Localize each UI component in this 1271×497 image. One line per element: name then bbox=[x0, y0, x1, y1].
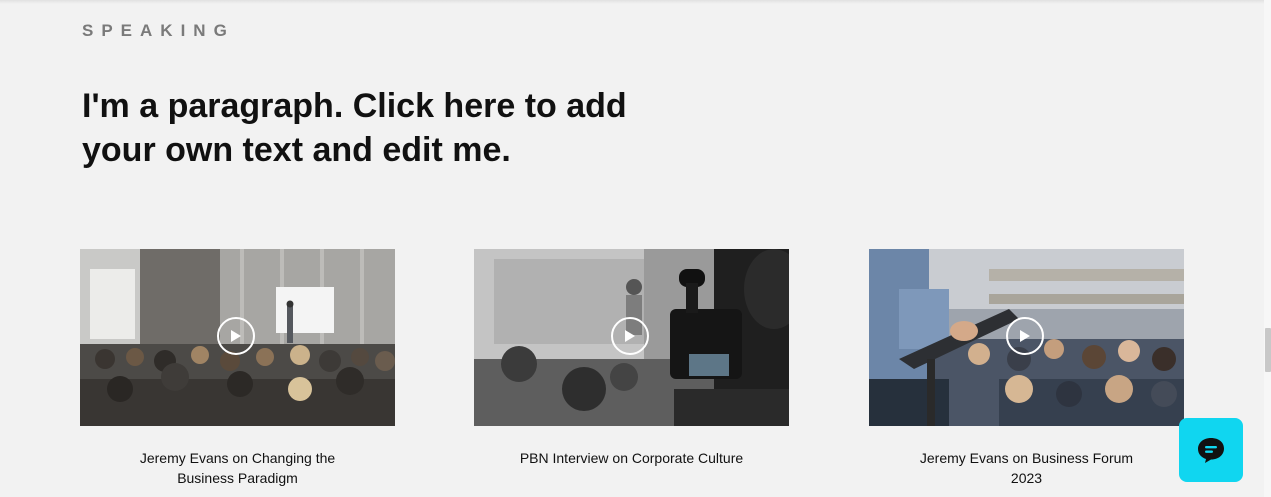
header-shadow bbox=[0, 0, 1271, 4]
scrollbar-thumb[interactable] bbox=[1265, 328, 1271, 372]
chat-button[interactable] bbox=[1179, 418, 1243, 482]
play-icon bbox=[231, 330, 241, 342]
play-button[interactable] bbox=[1006, 317, 1044, 355]
play-button[interactable] bbox=[611, 317, 649, 355]
video-title[interactable]: Jeremy Evans on Changing the Business Pa… bbox=[80, 448, 395, 488]
play-button[interactable] bbox=[217, 317, 255, 355]
video-thumbnail[interactable] bbox=[474, 249, 789, 426]
headline-paragraph: I'm a paragraph. Click here to add your … bbox=[82, 87, 627, 169]
video-title[interactable]: PBN Interview on Corporate Culture bbox=[474, 448, 789, 468]
video-card: Jeremy Evans on Business Forum 2023 bbox=[869, 249, 1184, 488]
scrollbar-track[interactable] bbox=[1264, 0, 1271, 497]
page: SPEAKING I'm a paragraph. Click here to … bbox=[0, 0, 1271, 497]
video-title[interactable]: Jeremy Evans on Business Forum 2023 bbox=[869, 448, 1184, 488]
chat-bubble-icon bbox=[1198, 438, 1224, 463]
section-label: SPEAKING bbox=[82, 21, 235, 40]
video-card: Jeremy Evans on Changing the Business Pa… bbox=[80, 249, 395, 488]
play-icon bbox=[625, 330, 635, 342]
play-icon bbox=[1020, 330, 1030, 342]
video-card: PBN Interview on Corporate Culture bbox=[474, 249, 789, 468]
video-thumbnail[interactable] bbox=[80, 249, 395, 426]
video-thumbnail[interactable] bbox=[869, 249, 1184, 426]
